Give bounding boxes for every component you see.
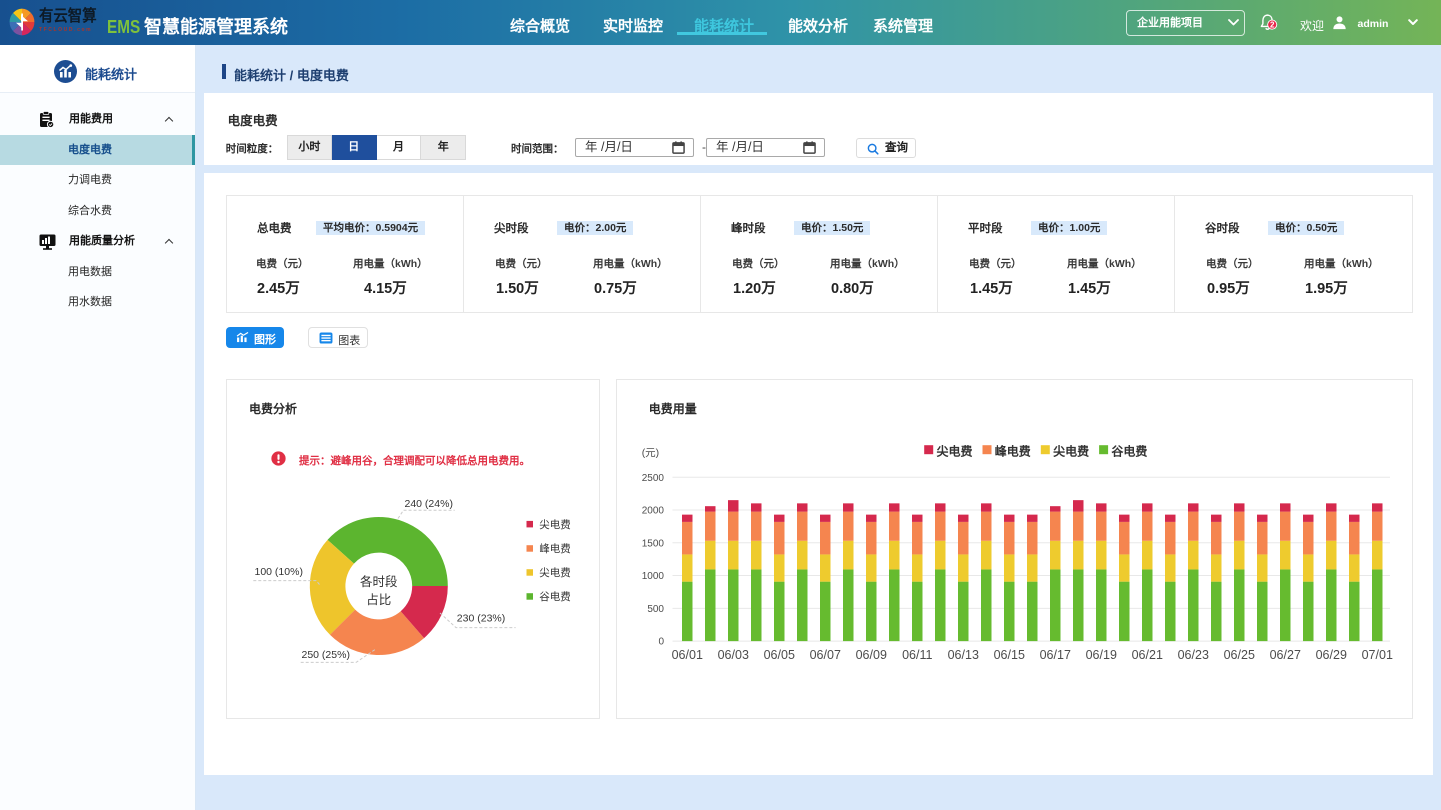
svg-text:06/03: 06/03 [718, 648, 749, 662]
svg-text:峰电费: 峰电费 [995, 443, 1031, 458]
svg-text:0: 0 [658, 636, 664, 647]
svg-text:尖电费: 尖电费 [1053, 443, 1089, 458]
svg-text:2500: 2500 [642, 472, 665, 483]
svg-text:谷电费: 谷电费 [1111, 443, 1147, 458]
svg-text:谷电费: 谷电费 [539, 590, 571, 603]
svg-text:100 (10%): 100 (10%) [255, 566, 303, 578]
svg-text:1500: 1500 [642, 538, 665, 549]
svg-text:06/01: 06/01 [672, 648, 703, 662]
svg-text:06/19: 06/19 [1086, 648, 1117, 662]
svg-text:240 (24%): 240 (24%) [405, 498, 453, 510]
svg-text:占比: 占比 [366, 592, 391, 607]
svg-text:500: 500 [647, 604, 664, 615]
svg-text:(元): (元) [642, 447, 660, 459]
svg-text:06/17: 06/17 [1040, 648, 1071, 662]
svg-text:峰电费: 峰电费 [539, 542, 571, 555]
svg-text:06/27: 06/27 [1270, 648, 1301, 662]
svg-text:各时段: 各时段 [360, 574, 398, 589]
svg-text:07/01: 07/01 [1362, 648, 1393, 662]
svg-text:1000: 1000 [642, 571, 665, 582]
svg-text:06/05: 06/05 [764, 648, 795, 662]
svg-text:06/09: 06/09 [856, 648, 887, 662]
svg-text:06/11: 06/11 [902, 648, 932, 662]
svg-text:尖电费: 尖电费 [539, 566, 571, 579]
svg-text:尖电费: 尖电费 [539, 518, 571, 531]
svg-text:06/25: 06/25 [1224, 648, 1255, 662]
svg-text:2: 2 [1270, 21, 1275, 30]
svg-text:尖电费: 尖电费 [937, 443, 973, 458]
svg-text:06/21: 06/21 [1132, 648, 1163, 662]
svg-text:06/15: 06/15 [994, 648, 1025, 662]
svg-text:06/29: 06/29 [1316, 648, 1347, 662]
svg-text:06/07: 06/07 [810, 648, 841, 662]
svg-text:06/13: 06/13 [948, 648, 979, 662]
svg-text:2000: 2000 [642, 505, 665, 516]
svg-text:250 (25%): 250 (25%) [302, 648, 350, 660]
svg-text:06/23: 06/23 [1178, 648, 1209, 662]
svg-text:230 (23%): 230 (23%) [457, 612, 505, 624]
